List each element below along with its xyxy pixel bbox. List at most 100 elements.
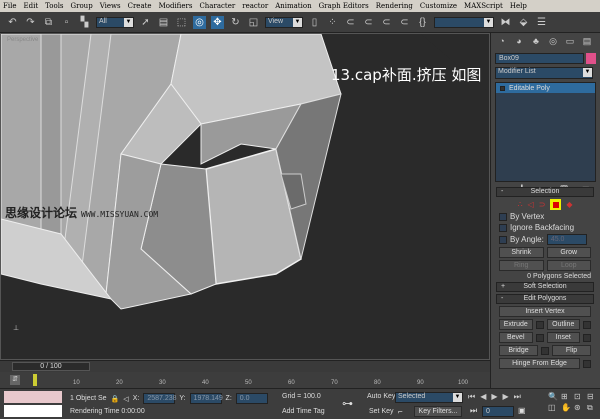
selection-filter-dropdown[interactable]: All ▼ xyxy=(96,16,134,28)
open-mini-curve-editor-icon[interactable]: ⇵ xyxy=(10,375,20,385)
snap-icon[interactable]: ⁘ xyxy=(326,16,339,29)
next-frame-icon[interactable]: ▶ xyxy=(503,392,509,402)
time-configuration-icon[interactable]: ▣ xyxy=(518,406,526,415)
modifier-list-dropdown[interactable]: Modifier List ▼ xyxy=(495,67,593,79)
motion-tab-icon[interactable]: ◎ xyxy=(546,36,560,48)
utilities-tab-icon[interactable]: ▤ xyxy=(580,36,594,48)
soft-selection-rollout-header[interactable]: + Soft Selection xyxy=(496,282,594,292)
previous-frame-icon[interactable]: ◀ xyxy=(480,392,486,402)
hierarchy-tab-icon[interactable]: ♣ xyxy=(529,36,543,48)
hinge-from-edge-button[interactable]: Hinge From Edge xyxy=(499,358,580,369)
create-tab-icon[interactable]: ◔ xyxy=(495,36,509,48)
mirror-icon[interactable]: ⧓ xyxy=(499,16,512,29)
key-filters-button[interactable]: Key Filters... xyxy=(414,406,462,417)
inset-settings-button[interactable] xyxy=(583,333,591,342)
zoom-icon[interactable]: 🔍 xyxy=(548,392,560,401)
menu-maxscript[interactable]: MAXScript xyxy=(464,2,503,10)
z-coordinate-field[interactable]: 0.0 xyxy=(235,393,268,404)
menu-edit[interactable]: Edit xyxy=(23,2,38,10)
default-in-out-tangents-icon[interactable]: ⌐ xyxy=(398,407,403,416)
polygon-level-icon[interactable] xyxy=(550,199,562,210)
add-time-tag-button[interactable]: Add Time Tag xyxy=(282,408,325,415)
undo-icon[interactable]: ↶ xyxy=(6,16,19,29)
maxscript-listener-pink[interactable] xyxy=(4,391,62,403)
maximize-viewport-icon[interactable]: ⧉ xyxy=(587,403,599,413)
menu-tools[interactable]: Tools xyxy=(45,2,63,10)
angle-snap-icon[interactable]: ⊂ xyxy=(362,16,375,29)
flip-button[interactable]: Flip xyxy=(552,345,591,356)
perspective-viewport[interactable]: Perspective 13.cap补面.挤压 如图 思缘设计论坛 WWW.MIS… xyxy=(0,33,490,360)
ring-button[interactable]: Ring xyxy=(499,260,544,271)
menu-animation[interactable]: Animation xyxy=(275,2,311,10)
align-icon[interactable]: ⬙ xyxy=(517,16,530,29)
hinge-settings-button[interactable] xyxy=(583,359,591,368)
object-name-field[interactable]: Box09 xyxy=(495,53,584,64)
menu-reactor[interactable]: reactor xyxy=(242,2,268,10)
percent-snap-icon[interactable]: ⊂ xyxy=(380,16,393,29)
border-level-icon[interactable]: ⊃ xyxy=(539,200,546,209)
edit-named-selection-icon[interactable]: {} xyxy=(416,16,429,29)
inset-button[interactable]: Inset xyxy=(546,332,580,343)
link-icon[interactable]: ⧉ xyxy=(42,16,55,29)
by-vertex-checkbox[interactable] xyxy=(499,212,507,221)
by-angle-checkbox[interactable] xyxy=(499,235,507,244)
menu-customize[interactable]: Customize xyxy=(420,2,457,10)
scale-icon[interactable]: ◱ xyxy=(247,16,260,29)
rect-selection-icon[interactable]: ⬚ xyxy=(175,16,188,29)
select-by-name-icon[interactable]: ▤ xyxy=(157,16,170,29)
rotate-icon[interactable]: ↻ xyxy=(229,16,242,29)
go-to-start-icon[interactable]: ⏮ xyxy=(468,392,475,402)
menu-create[interactable]: Create xyxy=(128,2,152,10)
viewport-label[interactable]: Perspective xyxy=(7,37,38,43)
absolute-mode-icon[interactable]: ◁ xyxy=(123,395,128,403)
display-tab-icon[interactable]: ▭ xyxy=(563,36,577,48)
edge-level-icon[interactable]: ◁ xyxy=(528,200,534,209)
selection-rollout-header[interactable]: - Selection xyxy=(496,187,594,197)
pivot-center-icon[interactable]: ▯ xyxy=(308,16,321,29)
key-mode-toggle-icon[interactable]: ⏭ xyxy=(470,406,477,416)
modify-tab-icon[interactable]: ◕ xyxy=(512,36,526,48)
outline-settings-button[interactable] xyxy=(583,320,591,329)
outline-button[interactable]: Outline xyxy=(546,319,580,330)
time-slider[interactable]: 0 / 100 xyxy=(0,360,490,372)
unlink-icon[interactable]: ▫ xyxy=(60,16,73,29)
extrude-button[interactable]: Extrude xyxy=(499,319,533,330)
zoom-all-icon[interactable]: ⊞ xyxy=(561,392,573,401)
bridge-button[interactable]: Bridge xyxy=(499,345,538,356)
menu-character[interactable]: Character xyxy=(199,2,235,10)
key-mode-dropdown[interactable]: Selected ▼ xyxy=(395,392,463,403)
current-frame-marker[interactable] xyxy=(33,374,37,386)
key-mode-icon[interactable]: ⊶ xyxy=(342,397,353,410)
ignore-backfacing-checkbox[interactable] xyxy=(499,223,507,232)
bevel-button[interactable]: Bevel xyxy=(499,332,533,343)
menu-views[interactable]: Views xyxy=(100,2,121,10)
spinner-snap-icon[interactable]: ⊂ xyxy=(398,16,411,29)
edit-polygons-rollout-header[interactable]: - Edit Polygons xyxy=(496,294,594,304)
menu-help[interactable]: Help xyxy=(510,2,527,10)
menu-group[interactable]: Group xyxy=(71,2,93,10)
named-selection-dropdown[interactable]: ▼ xyxy=(434,16,494,28)
lock-selection-icon[interactable]: 🔒 xyxy=(111,395,120,403)
layer-manager-icon[interactable]: ☰ xyxy=(535,16,548,29)
select-icon[interactable]: ➚ xyxy=(139,16,152,29)
stack-item-editable-poly[interactable]: Editable Poly xyxy=(496,83,595,93)
insert-vertex-button[interactable]: Insert Vertex xyxy=(499,306,591,317)
bevel-settings-button[interactable] xyxy=(535,333,544,342)
grow-button[interactable]: Grow xyxy=(546,247,591,258)
maxscript-listener-white[interactable] xyxy=(4,405,62,417)
time-slider-thumb[interactable]: 0 / 100 xyxy=(12,362,90,371)
menu-graph-editors[interactable]: Graph Editors xyxy=(319,2,369,10)
pan-icon[interactable]: ✋ xyxy=(561,403,573,413)
x-coordinate-field[interactable]: 2587.238 xyxy=(143,393,177,404)
loop-button[interactable]: Loop xyxy=(546,260,591,271)
angle-spinner[interactable]: 45.0 xyxy=(546,234,587,245)
move-icon[interactable]: ✥ xyxy=(211,15,224,29)
bind-space-warp-icon[interactable]: ▚ xyxy=(78,16,91,29)
menu-modifiers[interactable]: Modifiers xyxy=(159,2,193,10)
reference-coordinate-dropdown[interactable]: View ▼ xyxy=(265,16,303,28)
set-key-button[interactable]: Set Key xyxy=(369,408,394,415)
field-of-view-icon[interactable]: ◫ xyxy=(548,403,560,413)
arc-rotate-icon[interactable]: ⊛ xyxy=(574,403,586,413)
auto-key-button[interactable]: Auto Key xyxy=(367,393,395,400)
zoom-extents-all-icon[interactable]: ⊟ xyxy=(587,392,599,401)
